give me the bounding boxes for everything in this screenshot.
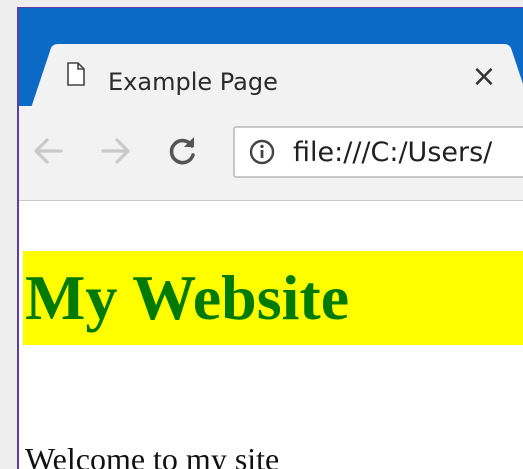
- info-icon[interactable]: [249, 139, 275, 165]
- page-icon: [67, 62, 85, 86]
- browser-window: Example Page × file:///C:/Users/ My Webs…: [17, 7, 523, 469]
- page-heading: My Website: [23, 251, 523, 345]
- forward-arrow-icon[interactable]: [99, 134, 133, 168]
- close-tab-icon[interactable]: ×: [471, 62, 497, 92]
- page-content: My Website Welcome to my site: [19, 201, 523, 469]
- tab-title: Example Page: [108, 68, 278, 96]
- reload-icon[interactable]: [165, 134, 199, 168]
- back-arrow-icon[interactable]: [31, 134, 65, 168]
- address-bar[interactable]: file:///C:/Users/: [233, 126, 523, 178]
- welcome-text: Welcome to my site: [25, 441, 280, 469]
- toolbar: file:///C:/Users/: [19, 106, 523, 201]
- url-text: file:///C:/Users/: [293, 137, 493, 168]
